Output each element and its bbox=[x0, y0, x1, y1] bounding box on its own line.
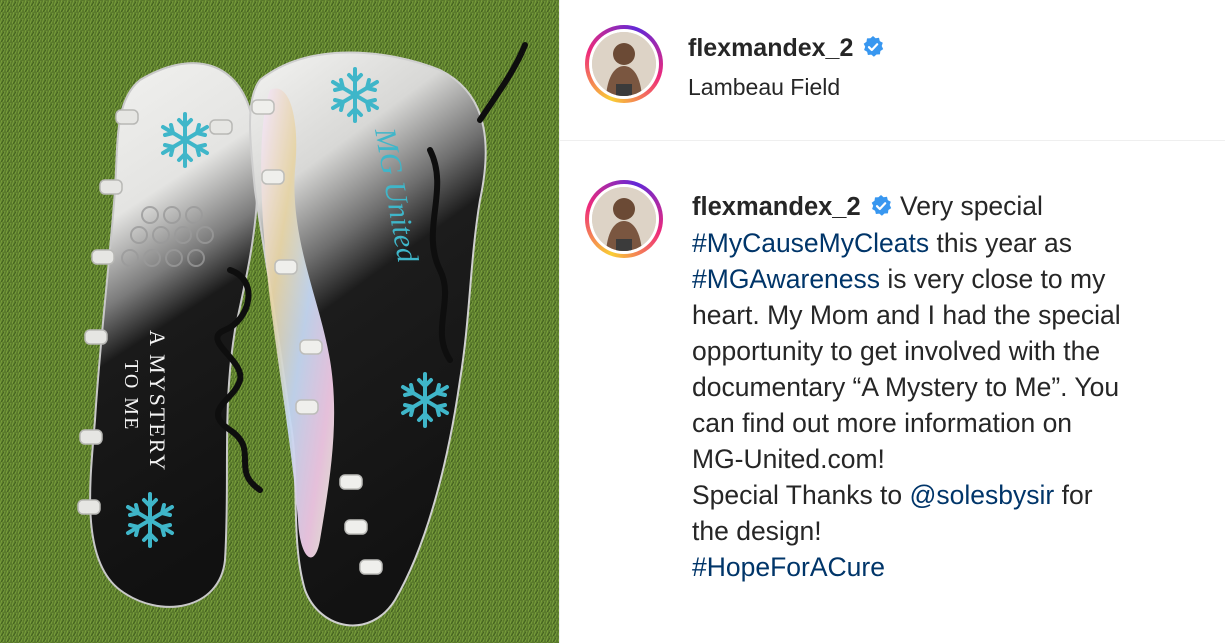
caption-text: Special Thanks to bbox=[692, 480, 910, 510]
caption-line: #HopeForACure bbox=[692, 549, 1192, 585]
caption-line: flexmandex_2 Very special bbox=[692, 188, 1192, 225]
avatar[interactable] bbox=[585, 25, 663, 103]
svg-text:TO ME: TO ME bbox=[120, 360, 142, 431]
caption-text: MG-United.com! bbox=[692, 444, 885, 474]
verified-badge-icon bbox=[861, 35, 885, 59]
post-caption: flexmandex_2 Very special #MyCauseMyClea… bbox=[692, 188, 1192, 585]
header-user: flexmandex_2 bbox=[688, 34, 885, 63]
caption-text: this year as bbox=[929, 228, 1072, 258]
caption-text: for bbox=[1054, 480, 1093, 510]
caption-text: can find out more information on bbox=[692, 408, 1073, 438]
caption-line: #MyCauseMyCleats this year as bbox=[692, 225, 1192, 261]
avatar-photo bbox=[592, 32, 656, 96]
username[interactable]: flexmandex_2 bbox=[688, 34, 853, 62]
caption-line: Special Thanks to @solesbysir for bbox=[692, 477, 1192, 513]
post-header: flexmandex_2 Lambeau Field bbox=[560, 0, 1225, 141]
svg-text:A MYSTERY: A MYSTERY bbox=[145, 330, 170, 472]
caption-text: is very close to my bbox=[880, 264, 1106, 294]
post-photo[interactable]: A MYSTERY TO ME MG United bbox=[0, 0, 559, 643]
post-detail-panel: flexmandex_2 Lambeau Field flexmandex_2 … bbox=[559, 0, 1225, 643]
verified-badge-icon bbox=[869, 191, 893, 216]
caption-text: Very special bbox=[892, 191, 1043, 221]
hashtag-link[interactable]: #MyCauseMyCleats bbox=[692, 228, 929, 258]
caption-text: documentary “A Mystery to Me”. You bbox=[692, 372, 1120, 402]
caption-text: heart. My Mom and I had the special bbox=[692, 300, 1121, 330]
caption-text: opportunity to get involved with the bbox=[692, 336, 1101, 366]
avatar-photo bbox=[592, 187, 656, 251]
caption-text: the design! bbox=[692, 516, 822, 546]
caption-avatar[interactable] bbox=[585, 180, 663, 258]
hashtag-link[interactable]: #HopeForACure bbox=[692, 552, 885, 582]
caption-line: #MGAwareness is very close to my bbox=[692, 261, 1192, 297]
hashtag-link[interactable]: #MGAwareness bbox=[692, 264, 880, 294]
mention-link[interactable]: @solesbysir bbox=[910, 480, 1055, 510]
caption-username[interactable]: flexmandex_2 bbox=[692, 193, 861, 221]
cleats-image: A MYSTERY TO ME MG United bbox=[0, 0, 559, 643]
location-link[interactable]: Lambeau Field bbox=[688, 74, 840, 101]
